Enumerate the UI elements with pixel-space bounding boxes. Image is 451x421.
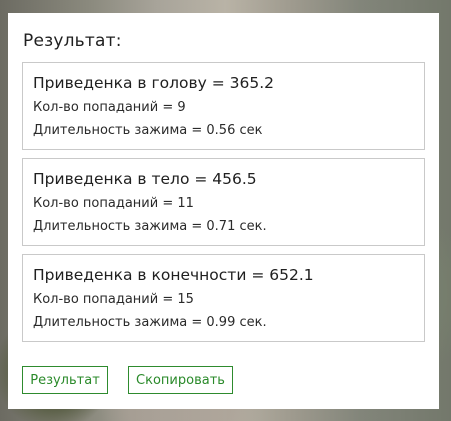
result-panel: Результат: Приведенка в голову = 365.2 К…	[8, 13, 439, 409]
result-card-hits: Кол-во попаданий = 15	[33, 292, 194, 307]
copy-button[interactable]: Скопировать	[128, 366, 233, 394]
result-card-body: Приведенка в тело = 456.5 Кол-во попадан…	[22, 158, 425, 246]
result-card-hold: Длительность зажима = 0.71 сек.	[33, 219, 267, 234]
panel-title: Результат:	[23, 31, 122, 51]
result-card-limbs: Приведенка в конечности = 652.1 Кол-во п…	[22, 254, 425, 342]
result-card-heading: Приведенка в голову = 365.2	[33, 74, 275, 92]
result-card-hold: Длительность зажима = 0.99 сек.	[33, 315, 267, 330]
result-card-heading: Приведенка в конечности = 652.1	[33, 266, 314, 284]
result-button[interactable]: Результат	[22, 366, 108, 394]
result-card-heading: Приведенка в тело = 456.5	[33, 170, 257, 188]
result-card-hits: Кол-во попаданий = 9	[33, 100, 186, 115]
result-card-head: Приведенка в голову = 365.2 Кол-во попад…	[22, 62, 425, 150]
result-card-hits: Кол-во попаданий = 11	[33, 196, 194, 211]
result-card-hold: Длительность зажима = 0.56 сек	[33, 123, 263, 138]
